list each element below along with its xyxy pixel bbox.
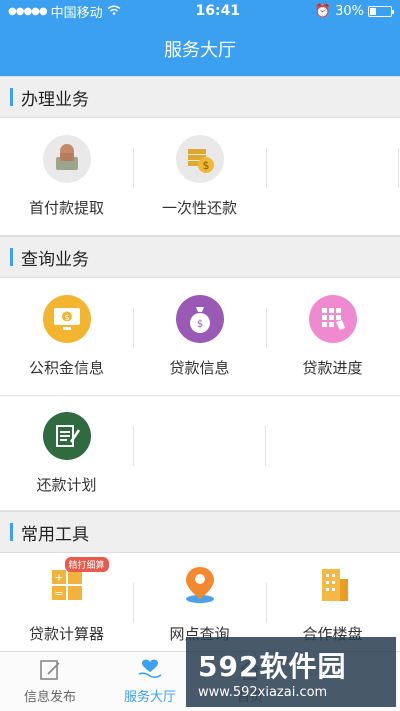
- section-header-handle: 办理业务: [0, 76, 400, 118]
- battery-fill: [369, 7, 376, 15]
- coins-icon: $: [175, 135, 224, 183]
- section-grid-query: $ 公积金信息 $ 贷款信息 贷款进度 还款计划: [0, 278, 400, 511]
- grid-row: $ 公积金信息 $ 贷款信息 贷款进度: [0, 278, 400, 396]
- battery-label: 30%: [335, 3, 364, 19]
- calculator-icon: + = 精打细算: [43, 557, 109, 609]
- watermark-title: 592软件园: [198, 649, 347, 683]
- page-title: 服务大厅: [164, 40, 236, 61]
- item-label: 还款计划: [36, 475, 97, 494]
- section-grid-handle: 首付款提取 $ 一次性还款: [0, 118, 400, 236]
- item-label: 贷款进度: [302, 359, 363, 377]
- badge-label: 精打细算: [64, 557, 109, 572]
- section-title: 查询业务: [21, 249, 89, 270]
- nav-bar: 服务大厅: [0, 22, 400, 76]
- item-label: 贷款计算器: [28, 625, 104, 643]
- grid-row: 首付款提取 $ 一次性还款: [0, 118, 400, 236]
- grid-row: 还款计划: [0, 396, 400, 511]
- section-accent-bar: [10, 88, 13, 106]
- tab-label: 服务大厅: [123, 690, 176, 705]
- item-label: 贷款信息: [169, 359, 230, 377]
- tab-info-publish[interactable]: 信息发布: [0, 652, 100, 711]
- notepad-pen-icon: [42, 411, 91, 460]
- clock: 16:41: [195, 3, 241, 19]
- svg-text:+: +: [54, 571, 63, 584]
- tab-label: 信息发布: [23, 690, 76, 705]
- svg-text:$: $: [196, 319, 202, 330]
- item-label: 首付款提取: [28, 199, 104, 217]
- loan-info-button[interactable]: $ 贷款信息: [133, 278, 266, 395]
- item-label: 一次性还款: [161, 199, 237, 217]
- carrier-label: 中国移动: [50, 5, 103, 21]
- item-label: 公积金信息: [28, 359, 104, 377]
- heart-hand-icon: [138, 659, 162, 679]
- alarm-icon: ⏰: [314, 3, 332, 19]
- money-bag-icon: $: [175, 295, 224, 343]
- section-title: 常用工具: [21, 524, 89, 545]
- loan-calculator-button[interactable]: + = 精打细算 贷款计算器: [0, 553, 133, 652]
- section-header-tools: 常用工具: [0, 511, 400, 553]
- section-title: 办理业务: [21, 89, 89, 110]
- section-accent-bar: [10, 248, 13, 266]
- edit-note-icon: [40, 660, 60, 680]
- keypad-hand-icon: [308, 295, 357, 343]
- hand-money-icon: [42, 135, 91, 183]
- svg-text:$: $: [64, 313, 69, 322]
- battery-icon: [367, 5, 394, 17]
- location-pin-icon: [176, 561, 224, 609]
- monitor-money-icon: $: [42, 295, 91, 343]
- signal-icon: ●●●●●: [8, 5, 48, 17]
- empty-cell: [266, 118, 399, 235]
- section-header-query: 查询业务: [0, 236, 400, 278]
- down-payment-withdrawal-button[interactable]: 首付款提取: [0, 118, 133, 235]
- loan-progress-button[interactable]: 贷款进度: [266, 278, 399, 395]
- status-bar: ●●●●● 中国移动 16:41 ⏰ 30%: [0, 0, 400, 22]
- lump-sum-repayment-button[interactable]: $ 一次性还款: [133, 118, 266, 235]
- svg-text:=: =: [54, 587, 63, 600]
- wifi-icon: [107, 4, 121, 19]
- watermark: 592软件园 www.592xiazai.com: [186, 637, 396, 707]
- provident-fund-info-button[interactable]: $ 公积金信息: [0, 278, 133, 395]
- section-accent-bar: [10, 523, 13, 541]
- svg-text:$: $: [202, 159, 209, 172]
- tab-service-hall[interactable]: 服务大厅: [100, 652, 200, 711]
- building-icon: [309, 561, 357, 609]
- watermark-url: www.592xiazai.com: [198, 684, 328, 700]
- repayment-plan-button[interactable]: 还款计划: [0, 396, 133, 510]
- empty-cell: [133, 396, 266, 510]
